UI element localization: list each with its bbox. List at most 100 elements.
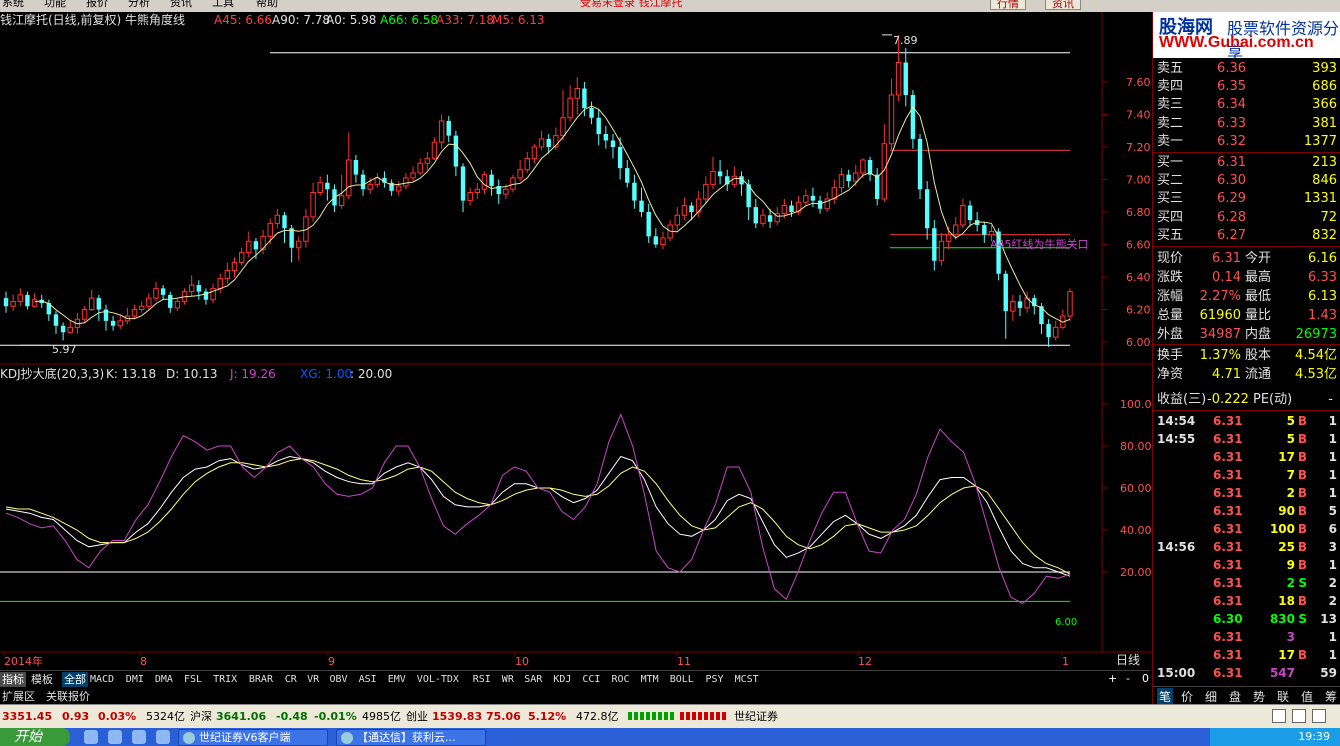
candle-body-down: [603, 134, 609, 141]
tab-fsl[interactable]: FSL: [184, 672, 202, 687]
buy-level[interactable]: 买五 6.27 832: [1153, 227, 1340, 245]
tab-indicators[interactable]: 指标: [0, 672, 26, 687]
news-button[interactable]: 资讯: [1045, 0, 1081, 10]
zoom-reset-button[interactable]: 0: [1142, 672, 1149, 685]
level-volume: 1377: [1303, 133, 1337, 149]
candle-body-up: [67, 326, 73, 333]
lock-icon[interactable]: [1272, 709, 1286, 723]
panel-tab[interactable]: 势: [1253, 688, 1265, 705]
level-volume: 1331: [1303, 191, 1337, 207]
tab-macd[interactable]: MACD: [90, 672, 114, 687]
tab-vr[interactable]: VR: [307, 672, 319, 687]
related-quotes-button[interactable]: 关联报价: [46, 688, 90, 704]
zoom-out-button[interactable]: -: [1126, 672, 1130, 685]
tab-dma[interactable]: DMA: [155, 672, 173, 687]
tick-price: 6.31: [1213, 522, 1243, 536]
task-tdx[interactable]: 【通达信】获利云...: [336, 729, 486, 746]
tab-cci[interactable]: CCI: [582, 672, 600, 687]
candle-body-up: [231, 261, 238, 271]
buy-level[interactable]: 买四 6.28 72: [1153, 209, 1340, 227]
pe-value: -: [1328, 392, 1333, 407]
sell-level[interactable]: 卖五 6.36 393: [1153, 60, 1340, 78]
task-broker-client[interactable]: 世纪证券V6客户端: [178, 729, 328, 746]
quicklaunch-ie-icon[interactable]: [84, 730, 98, 744]
tab-cr[interactable]: CR: [285, 672, 297, 687]
tick-price: 6.31: [1213, 666, 1243, 680]
tick-row: 14:56 6.31 25 B 3: [1153, 538, 1340, 556]
menu-item-analysis[interactable]: 分析: [128, 0, 150, 8]
panel-tab[interactable]: 价: [1181, 688, 1193, 705]
candle-body-down: [53, 314, 59, 326]
candle-body-up: [681, 205, 688, 216]
tab-psy[interactable]: PSY: [706, 672, 724, 687]
zoom-in-button[interactable]: +: [1108, 672, 1117, 685]
tab-mtm[interactable]: MTM: [641, 672, 659, 687]
tab-asi[interactable]: ASI: [359, 672, 377, 687]
menu-item-tools[interactable]: 工具: [212, 0, 234, 8]
tab-emv[interactable]: EMV: [388, 672, 406, 687]
sell-level[interactable]: 卖一 6.32 1377: [1153, 133, 1340, 151]
tab-wr[interactable]: WR: [502, 672, 514, 687]
panel-tab[interactable]: 值: [1301, 688, 1313, 705]
candle-body-up: [117, 320, 123, 327]
connection-icon[interactable]: [1312, 709, 1326, 723]
quicklaunch-qq-icon[interactable]: [108, 730, 122, 744]
tab-trix[interactable]: TRIX: [213, 672, 237, 687]
menu-item-quote[interactable]: 报价: [86, 0, 108, 8]
level-label: 买三: [1157, 191, 1184, 207]
candle-body-up: [988, 231, 995, 236]
earnings-value: -0.222: [1207, 392, 1249, 407]
candle-body-down: [789, 205, 794, 212]
quote-button[interactable]: 行情: [990, 0, 1026, 10]
panel-tab[interactable]: 联: [1277, 688, 1289, 705]
panel-tab[interactable]: 笔: [1157, 688, 1174, 705]
stat-row: 换手 1.37% 股本 4.54亿: [1153, 346, 1340, 365]
settings-icon[interactable]: [1292, 709, 1306, 723]
panel-tab[interactable]: 细: [1205, 688, 1217, 705]
buy-level[interactable]: 买三 6.29 1331: [1153, 190, 1340, 208]
tab-kdj[interactable]: KDJ: [553, 672, 571, 687]
start-button[interactable]: 开始: [0, 728, 70, 746]
candle-body-up: [1053, 326, 1059, 338]
panel-tab[interactable]: 筹: [1325, 688, 1337, 705]
cy-pct: 5.12%: [528, 710, 567, 723]
tab-mcst[interactable]: MCST: [735, 672, 759, 687]
candle-body-up: [146, 297, 152, 307]
quote-panel-tabs: 笔价细盘势联值筹: [1153, 686, 1340, 705]
tick-row: 6.31 7 B 1: [1153, 466, 1340, 484]
tick-row: 15:00 6.31 547 59: [1153, 664, 1340, 682]
tab-vol-tdx[interactable]: VOL-TDX: [417, 672, 459, 687]
tick-direction: B: [1297, 432, 1307, 446]
menu-item-help[interactable]: 帮助: [256, 0, 278, 8]
tab-templates[interactable]: 模板: [31, 672, 53, 687]
sell-level[interactable]: 卖二 6.33 381: [1153, 115, 1340, 133]
tab---[interactable]: 全部: [62, 672, 88, 687]
sell-level[interactable]: 卖三 6.34 366: [1153, 96, 1340, 114]
menu-item-info[interactable]: 资讯: [170, 0, 192, 8]
chart-area[interactable]: 7.60 7.40 7.20 7.00 6.80 6.60 6.40 6.20 6.00 100…: [0, 12, 1152, 670]
indicator-a0: A0: 5.98: [326, 13, 376, 27]
tab-obv[interactable]: OBV: [330, 672, 348, 687]
level-volume: 381: [1312, 115, 1337, 131]
tab-sar[interactable]: SAR: [524, 672, 542, 687]
tab-rsi[interactable]: RSI: [473, 672, 491, 687]
price-tick-label: 6.80: [1126, 206, 1151, 219]
menu-item-function[interactable]: 功能: [44, 0, 66, 8]
price-tick-label: 7.40: [1126, 109, 1151, 122]
tick-direction: B: [1297, 540, 1307, 554]
buy-level[interactable]: 买一 6.31 213: [1153, 154, 1340, 172]
quicklaunch-desktop-icon[interactable]: [156, 730, 170, 744]
tab-roc[interactable]: ROC: [612, 672, 630, 687]
sell-level[interactable]: 卖四 6.35 686: [1153, 78, 1340, 96]
quicklaunch-folder-icon[interactable]: [132, 730, 146, 744]
extension-area-button[interactable]: 扩展区: [2, 688, 35, 704]
candle-body-up: [703, 183, 709, 200]
tab-brar[interactable]: BRAR: [249, 672, 273, 687]
tick-row: 14:55 6.31 5 B 1: [1153, 430, 1340, 448]
tab-dmi[interactable]: DMI: [126, 672, 144, 687]
menu-item-system[interactable]: 系统: [2, 0, 24, 8]
buy-level[interactable]: 买二 6.30 846: [1153, 172, 1340, 190]
tab-boll[interactable]: BOLL: [670, 672, 694, 687]
stat-label: 流通: [1245, 367, 1272, 382]
panel-tab[interactable]: 盘: [1229, 688, 1241, 705]
